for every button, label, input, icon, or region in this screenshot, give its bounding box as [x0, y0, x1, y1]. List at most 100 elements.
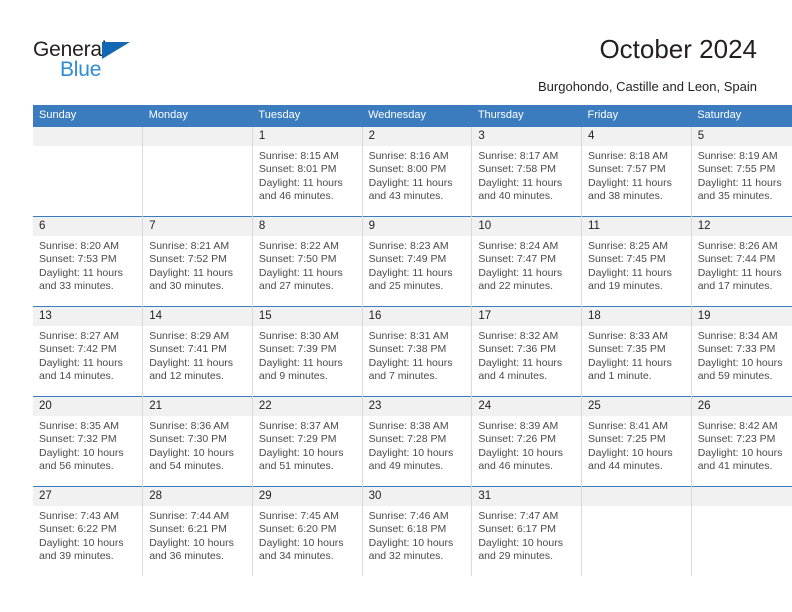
weekday-header-tuesday: Tuesday [252, 105, 363, 127]
calendar-cell-empty [33, 126, 143, 217]
weekday-header-thursday: Thursday [471, 105, 582, 127]
calendar-day-cell[interactable]: 25 Sunrise: 8:41 AM Sunset: 7:25 PM Dayligh… [581, 396, 692, 487]
calendar-day-cell[interactable]: 26 Sunrise: 8:42 AM Sunset: 7:23 PM Dayligh… [690, 396, 792, 487]
calendar-day-cell[interactable]: 19 Sunrise: 8:34 AM Sunset: 7:33 PM Dayligh… [690, 306, 792, 397]
calendar-cell-inner: 30 Sunrise: 7:46 AM Sunset: 6:18 PM Dayligh… [362, 487, 472, 576]
calendar-cell-inner: 22 Sunrise: 8:37 AM Sunset: 7:29 PM Dayligh… [252, 397, 362, 486]
daylight-text-line1: Daylight: 11 hours [478, 266, 563, 279]
calendar-cell-inner: 21 Sunrise: 8:36 AM Sunset: 7:30 PM Dayligh… [143, 397, 252, 486]
calendar-cell-inner: 23 Sunrise: 8:38 AM Sunset: 7:28 PM Dayligh… [362, 397, 472, 486]
day-number [691, 487, 792, 506]
daylight-text-line2: and 29 minutes. [478, 549, 554, 562]
sunrise-text: Sunrise: 8:35 AM [39, 420, 119, 432]
daylight-text-line2: and 32 minutes. [368, 549, 444, 562]
calendar-cell-inner: 19 Sunrise: 8:34 AM Sunset: 7:33 PM Dayligh… [691, 307, 792, 396]
calendar-day-cell[interactable]: 21 Sunrise: 8:36 AM Sunset: 7:30 PM Dayligh… [142, 396, 253, 487]
calendar-day-cell[interactable]: 8 Sunrise: 8:22 AM Sunset: 7:50 PM Daylight… [251, 216, 363, 307]
daylight-text-line1: Daylight: 10 hours [258, 536, 344, 549]
calendar-day-cell[interactable]: 3 Sunrise: 8:17 AM Sunset: 7:58 PM Daylight… [471, 126, 582, 217]
calendar-day-cell[interactable]: 12 Sunrise: 8:26 AM Sunset: 7:44 PM Dayligh… [690, 216, 792, 307]
calendar-cell-inner: 4 Sunrise: 8:18 AM Sunset: 7:57 PM Daylight… [582, 127, 691, 216]
daylight-text-line1: Daylight: 11 hours [39, 266, 123, 279]
sunrise-text: Sunrise: 8:36 AM [149, 420, 230, 432]
day-details: Sunrise: 8:31 AM Sunset: 7:38 PM Daylight:… [363, 326, 472, 383]
daylight-text-line1: Daylight: 11 hours [478, 356, 563, 369]
day-details: Sunrise: 8:21 AM Sunset: 7:52 PM Daylight:… [143, 236, 252, 293]
calendar-day-cell[interactable]: 20 Sunrise: 8:35 AM Sunset: 7:32 PM Dayligh… [33, 396, 143, 487]
calendar-day-cell[interactable]: 2 Sunrise: 8:16 AM Sunset: 8:00 PM Daylight… [361, 126, 472, 217]
calendar-day-cell[interactable]: 31 Sunrise: 7:47 AM Sunset: 6:17 PM Dayligh… [471, 486, 582, 576]
calendar-cell-inner: 28 Sunrise: 7:44 AM Sunset: 6:21 PM Dayligh… [143, 487, 252, 576]
calendar-day-cell[interactable]: 1 Sunrise: 8:15 AM Sunset: 8:01 PM Daylight… [251, 126, 363, 217]
day-details: Sunrise: 8:33 AM Sunset: 7:35 PM Daylight:… [582, 326, 691, 383]
day-number: 6 [33, 217, 143, 236]
sunrise-text: Sunrise: 8:42 AM [697, 420, 778, 432]
day-details: Sunrise: 8:25 AM Sunset: 7:45 PM Daylight:… [582, 236, 691, 293]
calendar-day-cell[interactable]: 9 Sunrise: 8:23 AM Sunset: 7:49 PM Daylight… [361, 216, 472, 307]
daylight-text-line1: Daylight: 10 hours [149, 536, 234, 549]
sunrise-text: Sunrise: 8:19 AM [697, 150, 778, 162]
daylight-text-line2: and 19 minutes. [588, 279, 663, 292]
daylight-text-line2: and 4 minutes. [478, 369, 548, 382]
calendar-day-cell[interactable]: 30 Sunrise: 7:46 AM Sunset: 6:18 PM Dayligh… [361, 486, 472, 576]
sunrise-text: Sunrise: 8:26 AM [697, 240, 778, 252]
day-number [33, 127, 143, 146]
calendar-day-cell[interactable]: 27 Sunrise: 7:43 AM Sunset: 6:22 PM Dayligh… [33, 486, 143, 576]
calendar-table: Sunday Monday Tuesday Wednesday Thursday… [33, 105, 792, 576]
daylight-text-line2: and 40 minutes. [478, 189, 554, 202]
daylight-text-line2: and 44 minutes. [588, 459, 663, 472]
calendar-cell-empty [690, 486, 792, 576]
daylight-text-line1: Daylight: 11 hours [368, 176, 453, 189]
day-number: 18 [582, 307, 691, 326]
calendar-day-cell[interactable]: 11 Sunrise: 8:25 AM Sunset: 7:45 PM Dayligh… [581, 216, 692, 307]
calendar-cell-inner: 14 Sunrise: 8:29 AM Sunset: 7:41 PM Dayligh… [143, 307, 252, 396]
day-number [582, 487, 691, 506]
calendar-day-cell[interactable]: 6 Sunrise: 8:20 AM Sunset: 7:53 PM Daylight… [33, 216, 143, 307]
calendar-day-cell[interactable]: 28 Sunrise: 7:44 AM Sunset: 6:21 PM Dayligh… [142, 486, 253, 576]
calendar-cell-inner [691, 487, 792, 576]
calendar-cell-inner: 1 Sunrise: 8:15 AM Sunset: 8:01 PM Daylight… [252, 127, 362, 216]
calendar-day-cell[interactable]: 13 Sunrise: 8:27 AM Sunset: 7:42 PM Dayligh… [33, 306, 143, 397]
calendar-day-cell[interactable]: 24 Sunrise: 8:39 AM Sunset: 7:26 PM Dayligh… [471, 396, 582, 487]
day-details: Sunrise: 8:29 AM Sunset: 7:41 PM Daylight:… [143, 326, 252, 383]
calendar-day-cell[interactable]: 18 Sunrise: 8:33 AM Sunset: 7:35 PM Dayligh… [581, 306, 692, 397]
day-number: 25 [582, 397, 691, 416]
day-details: Sunrise: 8:41 AM Sunset: 7:25 PM Daylight:… [582, 416, 691, 473]
general-blue-logo: General Blue [33, 38, 148, 83]
sunset-text: Sunset: 6:20 PM [258, 523, 337, 536]
day-details: Sunrise: 8:19 AM Sunset: 7:55 PM Daylight:… [692, 146, 792, 203]
daylight-text-line1: Daylight: 10 hours [368, 446, 454, 459]
calendar-cell-inner: 20 Sunrise: 8:35 AM Sunset: 7:32 PM Dayligh… [33, 397, 143, 486]
sunset-text: Sunset: 6:22 PM [39, 523, 117, 536]
calendar-day-cell[interactable]: 22 Sunrise: 8:37 AM Sunset: 7:29 PM Dayligh… [251, 396, 363, 487]
calendar-cell-inner: 25 Sunrise: 8:41 AM Sunset: 7:25 PM Dayligh… [582, 397, 691, 486]
calendar-day-cell[interactable]: 5 Sunrise: 8:19 AM Sunset: 7:55 PM Daylight… [690, 126, 792, 217]
calendar-day-cell[interactable]: 14 Sunrise: 8:29 AM Sunset: 7:41 PM Dayligh… [142, 306, 253, 397]
sunset-text: Sunset: 8:00 PM [368, 163, 447, 176]
day-details: Sunrise: 7:44 AM Sunset: 6:21 PM Daylight:… [143, 506, 252, 563]
sunset-text: Sunset: 7:26 PM [478, 433, 556, 446]
daylight-text-line2: and 49 minutes. [368, 459, 444, 472]
calendar-day-cell[interactable]: 29 Sunrise: 7:45 AM Sunset: 6:20 PM Dayligh… [251, 486, 363, 576]
sunset-text: Sunset: 7:38 PM [368, 343, 447, 356]
day-number: 28 [143, 487, 252, 506]
calendar-day-cell[interactable]: 7 Sunrise: 8:21 AM Sunset: 7:52 PM Daylight… [142, 216, 253, 307]
sunrise-text: Sunrise: 8:21 AM [149, 240, 230, 252]
daylight-text-line1: Daylight: 11 hours [149, 356, 234, 369]
sunrise-text: Sunrise: 8:18 AM [588, 150, 668, 162]
day-number: 3 [472, 127, 582, 146]
calendar-day-cell[interactable]: 17 Sunrise: 8:32 AM Sunset: 7:36 PM Dayligh… [471, 306, 582, 397]
sunset-text: Sunset: 7:49 PM [368, 253, 447, 266]
calendar-day-cell[interactable]: 23 Sunrise: 8:38 AM Sunset: 7:28 PM Dayligh… [361, 396, 472, 487]
sunrise-text: Sunrise: 8:32 AM [478, 330, 559, 342]
daylight-text-line1: Daylight: 11 hours [149, 266, 234, 279]
calendar-day-cell[interactable]: 4 Sunrise: 8:18 AM Sunset: 7:57 PM Daylight… [581, 126, 692, 217]
calendar-cell-inner: 26 Sunrise: 8:42 AM Sunset: 7:23 PM Dayligh… [691, 397, 792, 486]
daylight-text-line1: Daylight: 11 hours [478, 176, 563, 189]
calendar-day-cell[interactable]: 15 Sunrise: 8:30 AM Sunset: 7:39 PM Dayligh… [251, 306, 363, 397]
calendar-day-cell[interactable]: 16 Sunrise: 8:31 AM Sunset: 7:38 PM Dayligh… [361, 306, 472, 397]
weekday-header-monday: Monday [142, 105, 253, 127]
sunrise-text: Sunrise: 8:23 AM [368, 240, 449, 252]
calendar-day-cell[interactable]: 10 Sunrise: 8:24 AM Sunset: 7:47 PM Dayligh… [471, 216, 582, 307]
day-details: Sunrise: 8:16 AM Sunset: 8:00 PM Daylight:… [363, 146, 472, 203]
